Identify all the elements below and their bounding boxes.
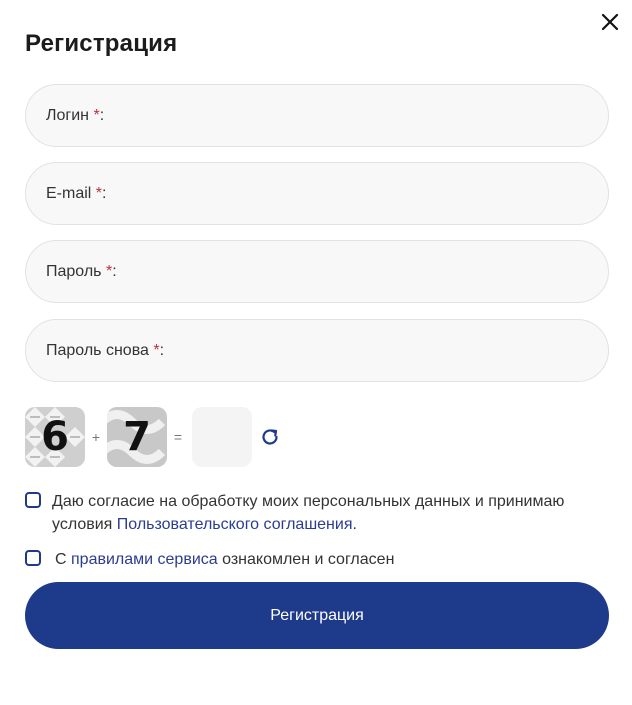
captcha-digit-2-value: 7	[123, 414, 151, 460]
captcha-operator: +	[91, 429, 101, 445]
login-field[interactable]: Логин *:	[25, 84, 609, 147]
captcha-digit-2: 7	[107, 407, 167, 467]
registration-modal: Регистрация Логин *: E-mail *: Пароль *:…	[0, 0, 632, 705]
page-title: Регистрация	[25, 30, 178, 57]
register-button[interactable]: Регистрация	[25, 582, 609, 649]
service-rules-consent: С правилами сервиса ознакомлен и согласе…	[25, 548, 575, 571]
service-rules-checkbox[interactable]	[25, 550, 41, 566]
password-confirm-input[interactable]	[26, 320, 608, 381]
service-rules-consent-text: С правилами сервиса ознакомлен и согласе…	[55, 551, 395, 568]
captcha-equals: =	[173, 429, 183, 445]
service-rules-link[interactable]: правилами сервиса	[71, 551, 218, 568]
captcha: 6 + 7 =	[25, 407, 282, 467]
password-confirm-field[interactable]: Пароль снова *:	[25, 319, 609, 382]
personal-data-consent-text: Даю согласие на обработку моих персональ…	[52, 493, 565, 533]
refresh-icon[interactable]	[258, 425, 282, 449]
captcha-digit-1: 6	[25, 407, 85, 467]
user-agreement-link[interactable]: Пользовательского соглашения	[117, 516, 353, 533]
password-input[interactable]	[26, 241, 608, 302]
captcha-answer-input[interactable]	[192, 407, 252, 467]
login-input[interactable]	[26, 85, 608, 146]
captcha-digit-1-value: 6	[41, 414, 69, 460]
email-field[interactable]: E-mail *:	[25, 162, 609, 225]
personal-data-consent: Даю согласие на обработку моих персональ…	[25, 490, 572, 536]
close-icon[interactable]	[598, 10, 622, 34]
password-field[interactable]: Пароль *:	[25, 240, 609, 303]
personal-data-checkbox[interactable]	[25, 492, 41, 508]
email-input[interactable]	[26, 163, 608, 224]
